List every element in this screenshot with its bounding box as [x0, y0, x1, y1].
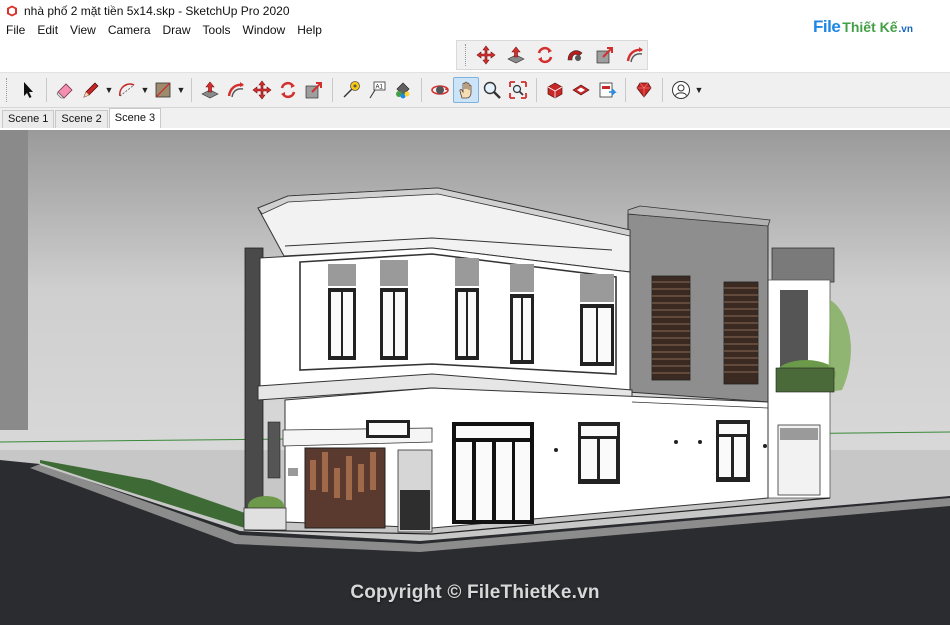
zoom-icon[interactable]: [479, 77, 505, 103]
arc-icon[interactable]: [114, 77, 140, 103]
account-dropdown-chevron-icon[interactable]: ▼: [694, 77, 704, 103]
move-icon[interactable]: [474, 42, 498, 68]
text-icon[interactable]: A1: [364, 77, 390, 103]
toolbar-separator: [46, 78, 47, 102]
rotate-icon[interactable]: [275, 77, 301, 103]
toolbar-separator: [191, 78, 192, 102]
zoom-extents-icon[interactable]: [505, 77, 531, 103]
menu-edit[interactable]: Edit: [31, 22, 64, 38]
title-bar: nhà phố 2 mặt tiền 5x14.skp - SketchUp P…: [0, 0, 950, 22]
menu-window[interactable]: Window: [237, 22, 292, 38]
logo-file-text: File: [813, 17, 841, 36]
toolbar-separator: [536, 78, 537, 102]
copyright-watermark: Copyright © FileThietKe.vn: [350, 582, 600, 603]
floating-toolbar: [456, 40, 648, 70]
pencil-icon[interactable]: [78, 77, 104, 103]
shape-dropdown-chevron-icon[interactable]: ▼: [176, 77, 186, 103]
push-pull-icon[interactable]: [197, 77, 223, 103]
follow-me-icon[interactable]: [563, 42, 587, 68]
menu-draw[interactable]: Draw: [157, 22, 197, 38]
toolbar-grip[interactable]: [465, 44, 468, 66]
sketchup-icon: [7, 5, 17, 17]
house-model-render: [0, 130, 950, 625]
move-icon[interactable]: [249, 77, 275, 103]
scale-icon[interactable]: [301, 77, 327, 103]
menu-view[interactable]: View: [64, 22, 102, 38]
scene-tabs: Scene 1 Scene 2 Scene 3: [0, 108, 950, 128]
model-viewport[interactable]: Copyright © FileThietKe.vn: [0, 130, 950, 625]
toolbar-separator: [332, 78, 333, 102]
menu-camera[interactable]: Camera: [102, 22, 157, 38]
rotate-icon[interactable]: [534, 42, 558, 68]
scale-icon[interactable]: [593, 42, 617, 68]
svg-text:A1: A1: [376, 85, 384, 91]
arc-dropdown-chevron-icon[interactable]: ▼: [140, 77, 150, 103]
extension-warehouse-icon[interactable]: [568, 77, 594, 103]
menu-file[interactable]: File: [0, 22, 31, 38]
toolbar-grip[interactable]: [6, 78, 9, 102]
louver-left: [651, 275, 691, 381]
toolbar-separator: [625, 78, 626, 102]
pencil-dropdown-chevron-icon[interactable]: ▼: [104, 77, 114, 103]
tab-scene-1[interactable]: Scene 1: [2, 110, 55, 128]
rear-roof-block: [771, 247, 835, 283]
rectangle-icon[interactable]: [150, 77, 176, 103]
orbit-icon[interactable]: [427, 77, 453, 103]
upper-floor-wall: [259, 247, 631, 393]
glass-door: [452, 422, 534, 524]
menu-bar: File Edit View Camera Draw Tools Window …: [0, 22, 328, 38]
menu-tools[interactable]: Tools: [197, 22, 237, 38]
menu-help[interactable]: Help: [291, 22, 328, 38]
pan-icon[interactable]: [453, 77, 479, 103]
offset-icon[interactable]: [623, 42, 647, 68]
filethietke-logo: File Thiết Kế .vn: [813, 14, 923, 40]
logo-domain-text: .vn: [898, 23, 913, 35]
3d-warehouse-icon[interactable]: [542, 77, 568, 103]
select-icon[interactable]: [15, 77, 41, 103]
toolbar-separator: [421, 78, 422, 102]
paint-bucket-icon[interactable]: [390, 77, 416, 103]
main-toolbar: ▼ ▼ ▼ A1 ▼: [0, 72, 950, 108]
tab-scene-3[interactable]: Scene 3: [108, 108, 162, 128]
window-title: nhà phố 2 mặt tiền 5x14.skp - SketchUp P…: [24, 4, 290, 18]
toolbar-separator: [662, 78, 663, 102]
offset-icon[interactable]: [223, 77, 249, 103]
tape-measure-icon[interactable]: [338, 77, 364, 103]
tab-scene-2[interactable]: Scene 2: [55, 110, 108, 128]
front-gate: [304, 447, 386, 529]
layout-icon[interactable]: [594, 77, 620, 103]
account-icon[interactable]: [668, 77, 694, 103]
eraser-icon[interactable]: [52, 77, 78, 103]
ruby-icon[interactable]: [631, 77, 657, 103]
push-pull-icon[interactable]: [504, 42, 528, 68]
logo-brand-text: Thiết Kế: [842, 19, 898, 35]
louver-right: [723, 281, 759, 385]
